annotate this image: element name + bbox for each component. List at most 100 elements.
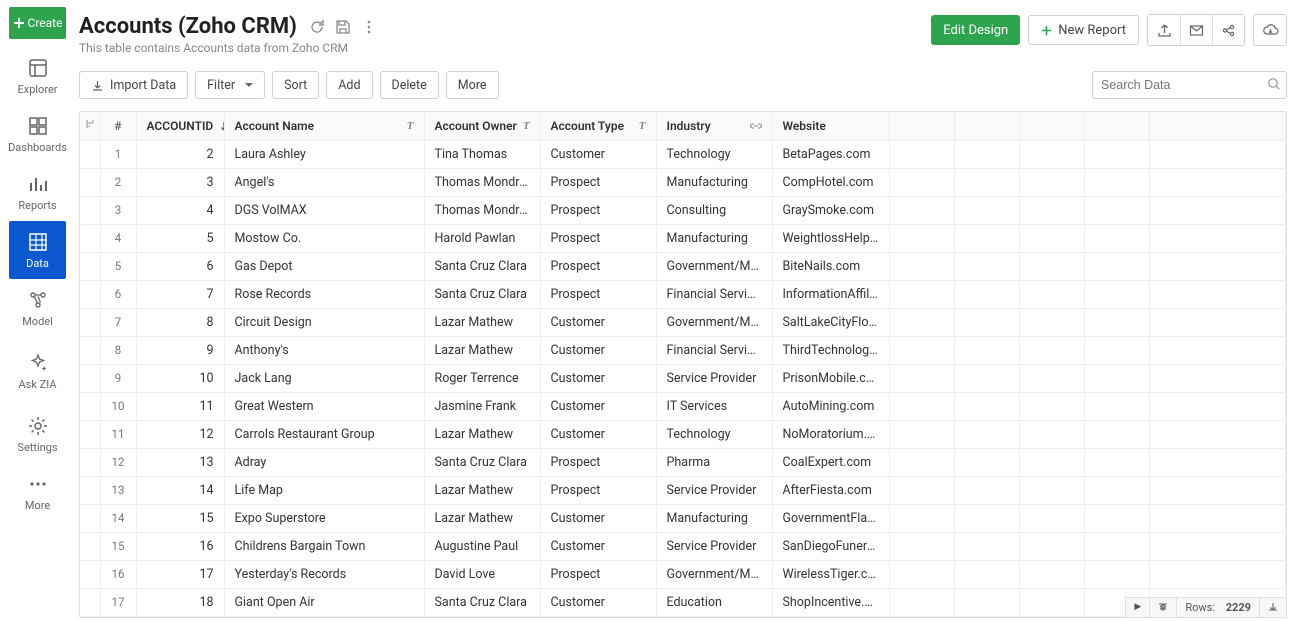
cell-account-id: 15 — [136, 504, 224, 532]
cell-account-owner: Lazar Mathew — [424, 308, 540, 336]
nav-reports[interactable]: Reports — [9, 163, 66, 221]
create-button[interactable]: Create — [9, 7, 66, 39]
cell-account-name: DGS VolMAX — [224, 196, 424, 224]
action-icon-group-2 — [1253, 14, 1287, 46]
cloud-button[interactable] — [1254, 15, 1286, 45]
scroll-top[interactable] — [1150, 598, 1177, 617]
cell-industry: Government/Military — [656, 308, 772, 336]
toolbar: Import Data Filter Sort Add Delete More — [79, 71, 1287, 99]
table-row[interactable]: 9 10 Jack Lang Roger Terrence Customer S… — [80, 364, 1286, 392]
table-row[interactable]: 13 14 Life Map Lazar Mathew Prospect Ser… — [80, 476, 1286, 504]
nav-explorer[interactable]: Explorer — [9, 47, 66, 105]
table-row[interactable]: 14 15 Expo Superstore Lazar Mathew Custo… — [80, 504, 1286, 532]
filter-button[interactable]: Filter — [195, 71, 265, 99]
row-index: 8 — [100, 336, 136, 364]
nav-more[interactable]: More — [9, 463, 66, 521]
model-icon — [27, 289, 49, 311]
col-account-id[interactable]: ACCOUNTIDT — [136, 112, 224, 140]
arrow-bottom-icon — [1268, 602, 1278, 612]
cell-account-name: Childrens Bargain Town — [224, 532, 424, 560]
more-vert-icon[interactable] — [361, 19, 377, 35]
cell-account-id: 6 — [136, 252, 224, 280]
row-handle — [80, 420, 100, 448]
nav-model[interactable]: Model — [9, 279, 66, 337]
add-button[interactable]: Add — [326, 71, 372, 99]
cell-account-type: Prospect — [540, 224, 656, 252]
nav-label: More — [25, 499, 50, 512]
cell-account-type: Prospect — [540, 280, 656, 308]
cell-account-id: 3 — [136, 168, 224, 196]
scroll-bottom[interactable] — [1260, 598, 1286, 617]
table-header-row: # ACCOUNTIDT Account NameT Account Owner… — [80, 112, 1286, 140]
table-row[interactable]: 1 2 Laura Ashley Tina Thomas Customer Te… — [80, 140, 1286, 168]
table-row[interactable]: 15 16 Childrens Bargain Town Augustine P… — [80, 532, 1286, 560]
table-row[interactable]: 6 7 Rose Records Santa Cruz Clara Prospe… — [80, 280, 1286, 308]
table-row[interactable]: 5 6 Gas Depot Santa Cruz Clara Prospect … — [80, 252, 1286, 280]
cell-account-type: Customer — [540, 308, 656, 336]
cell-website: SaltLakeCityFlower.com — [772, 308, 889, 336]
share-button[interactable] — [1212, 15, 1244, 45]
table-row[interactable]: 10 11 Great Western Jasmine Frank Custom… — [80, 392, 1286, 420]
empty-col — [1084, 112, 1149, 140]
cell-account-type: Prospect — [540, 476, 656, 504]
table-row[interactable]: 3 4 DGS VolMAX Thomas Mondrake Prospect … — [80, 196, 1286, 224]
cell-industry: Manufacturing — [656, 168, 772, 196]
col-account-owner[interactable]: Account OwnerT — [424, 112, 540, 140]
save-icon[interactable] — [335, 19, 351, 35]
row-index: 15 — [100, 532, 136, 560]
cell-account-owner: Lazar Mathew — [424, 476, 540, 504]
cell-account-type: Customer — [540, 504, 656, 532]
main: Accounts (Zoho CRM) This table contains … — [69, 0, 1301, 621]
text-type-icon: T — [523, 120, 530, 132]
table-row[interactable]: 11 12 Carrols Restaurant Group Lazar Mat… — [80, 420, 1286, 448]
row-handle — [80, 532, 100, 560]
cell-account-name: Life Map — [224, 476, 424, 504]
cell-website: SanDiegoFuneralHome.com — [772, 532, 889, 560]
col-account-name[interactable]: Account NameT — [224, 112, 424, 140]
cell-account-owner: David Love — [424, 560, 540, 588]
export-button[interactable] — [1148, 15, 1180, 45]
col-website[interactable]: Website — [772, 112, 889, 140]
nav-label: Ask ZIA — [18, 378, 56, 391]
row-handle — [80, 448, 100, 476]
cell-website: PrisonMobile.com — [772, 364, 889, 392]
cell-account-id: 12 — [136, 420, 224, 448]
table-row[interactable]: 2 3 Angel's Thomas Mondrake Prospect Man… — [80, 168, 1286, 196]
page-subtitle: This table contains Accounts data from Z… — [79, 41, 377, 55]
sort-button[interactable]: Sort — [272, 71, 319, 99]
row-handle — [80, 588, 100, 616]
cell-account-id: 14 — [136, 476, 224, 504]
nav-dashboards[interactable]: Dashboards — [9, 105, 66, 163]
table-row[interactable]: 8 9 Anthony's Lazar Mathew Customer Fina… — [80, 336, 1286, 364]
empty-col — [1149, 112, 1286, 140]
more-button[interactable]: More — [446, 71, 499, 99]
row-number-header[interactable]: # — [100, 112, 136, 140]
mail-button[interactable] — [1180, 15, 1212, 45]
table-row[interactable]: 17 18 Giant Open Air Santa Cruz Clara Cu… — [80, 588, 1286, 616]
refresh-icon[interactable] — [309, 19, 325, 35]
corner-cell[interactable] — [80, 112, 100, 140]
cell-account-owner: Harold Pawlan — [424, 224, 540, 252]
cell-account-owner: Roger Terrence — [424, 364, 540, 392]
table-row[interactable]: 4 5 Mostow Co. Harold Pawlan Prospect Ma… — [80, 224, 1286, 252]
col-industry[interactable]: Industry — [656, 112, 772, 140]
col-account-type[interactable]: Account TypeT — [540, 112, 656, 140]
cell-account-type: Prospect — [540, 196, 656, 224]
import-icon — [91, 79, 104, 92]
table-row[interactable]: 16 17 Yesterday's Records David Love Pro… — [80, 560, 1286, 588]
table-row[interactable]: 12 13 Adray Santa Cruz Clara Prospect Ph… — [80, 448, 1286, 476]
cell-website: InformationAffiliate.com — [772, 280, 889, 308]
search-input[interactable] — [1092, 71, 1287, 99]
cell-website: CoalExpert.com — [772, 448, 889, 476]
footer-collapse[interactable]: ▶ — [1126, 598, 1150, 617]
nav-ask-zia[interactable]: Ask ZIA — [9, 342, 66, 400]
delete-button[interactable]: Delete — [380, 71, 439, 99]
link-type-icon — [750, 121, 762, 131]
cell-industry: Technology — [656, 140, 772, 168]
nav-data[interactable]: Data — [9, 221, 66, 279]
table-row[interactable]: 7 8 Circuit Design Lazar Mathew Customer… — [80, 308, 1286, 336]
new-report-button[interactable]: New Report — [1028, 15, 1139, 45]
import-data-button[interactable]: Import Data — [79, 71, 188, 99]
edit-design-button[interactable]: Edit Design — [931, 15, 1020, 45]
nav-settings[interactable]: Settings — [9, 405, 66, 463]
